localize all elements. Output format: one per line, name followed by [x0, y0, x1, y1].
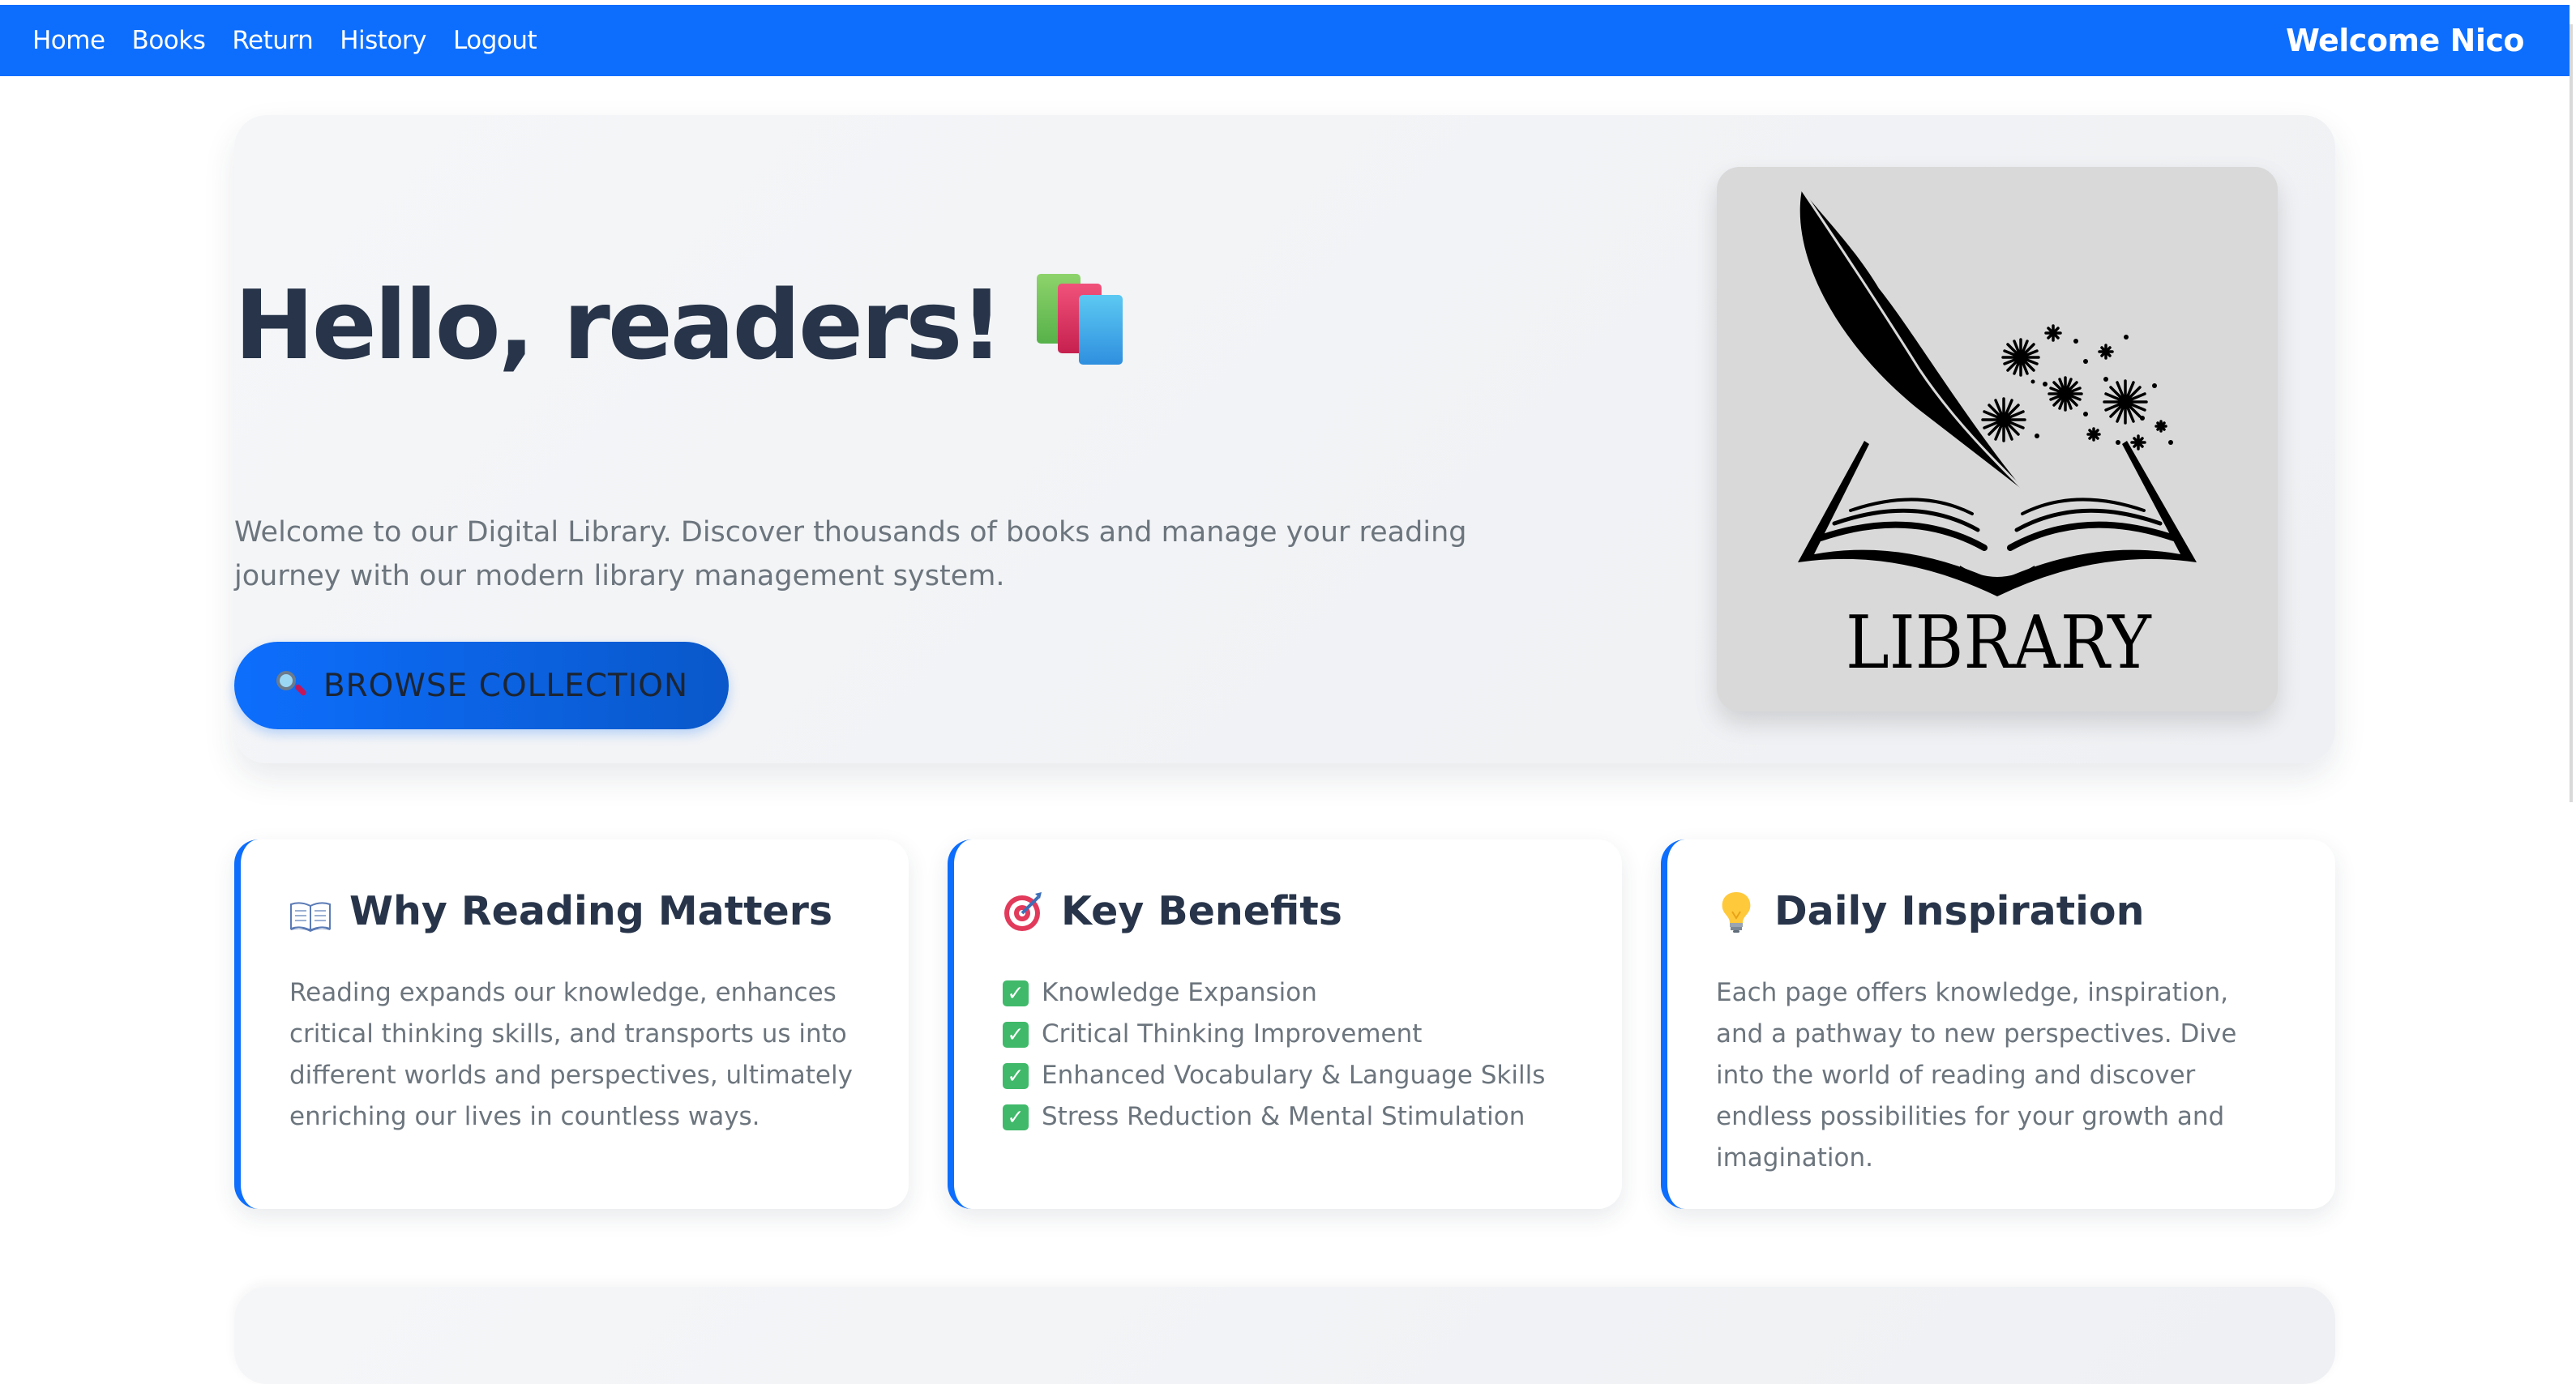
list-item: ✓ Enhanced Vocabulary & Language Skills — [1003, 1055, 1545, 1096]
nav-link-logout[interactable]: Logout — [453, 26, 537, 55]
library-logo-icon: LIBRARY — [1798, 189, 2197, 686]
card-title-text: Key Benefits — [1061, 888, 1342, 934]
card-title-text: Daily Inspiration — [1774, 888, 2145, 934]
check-icon: ✓ — [1003, 1021, 1029, 1048]
list-item: ✓ Critical Thinking Improvement — [1003, 1014, 1545, 1055]
card-key-benefits: Key Benefits ✓ Knowledge Expansion ✓ Criti… — [948, 839, 1622, 1209]
check-icon: ✓ — [1003, 1062, 1029, 1089]
welcome-user: Welcome Nico — [2285, 23, 2525, 58]
check-icon: ✓ — [1003, 980, 1029, 1006]
hero-description: Welcome to our Digital Library. Discover… — [234, 516, 1467, 592]
nav-link-home[interactable]: Home — [32, 26, 105, 55]
target-icon — [1003, 891, 1043, 933]
benefits-list: ✓ Knowledge Expansion ✓ Critical Thinking … — [1003, 972, 1545, 1138]
card-title-why-reading: Why Reading Matters — [289, 888, 832, 934]
card-body-daily-inspiration: Each page offers knowledge, inspiration,… — [1716, 978, 2237, 1173]
browse-collection-button[interactable]: BROWSE COLLECTION — [234, 642, 729, 729]
navbar: Home Books Return History Logout Welcome… — [0, 5, 2570, 76]
card-why-reading: Why Reading Matters Reading expands our … — [234, 839, 909, 1209]
card-title-daily-inspiration: Daily Inspiration — [1716, 888, 2144, 934]
next-section — [234, 1287, 2335, 1384]
check-icon: ✓ — [1003, 1104, 1029, 1130]
scrollbar[interactable] — [2570, 24, 2573, 802]
open-book-icon — [289, 895, 332, 932]
card-body-why-reading: Reading expands our knowledge, enhances … — [289, 978, 853, 1131]
nav-link-history[interactable]: History — [340, 26, 426, 55]
books-icon — [1037, 274, 1134, 365]
hero-title: Hello, readers! — [234, 269, 1134, 381]
card-daily-inspiration: Daily Inspiration Each page offers knowl… — [1661, 839, 2335, 1209]
card-title-key-benefits: Key Benefits — [1003, 888, 1342, 934]
browse-collection-label: BROWSE COLLECTION — [323, 667, 689, 704]
nav-link-return[interactable]: Return — [232, 26, 313, 55]
light-bulb-icon — [1716, 891, 1757, 933]
hero-title-text: Hello, readers! — [234, 269, 1003, 381]
magnifier-icon — [275, 669, 307, 702]
list-item: ✓ Stress Reduction & Mental Stimulation — [1003, 1096, 1545, 1138]
nav-links: Home Books Return History Logout — [32, 26, 537, 55]
nav-link-books[interactable]: Books — [132, 26, 206, 55]
library-logo-text: LIBRARY — [1846, 601, 2152, 686]
card-title-text: Why Reading Matters — [349, 888, 833, 934]
hero-section: Hello, readers! Welcome to our Digital L… — [234, 115, 2335, 763]
list-item: ✓ Knowledge Expansion — [1003, 972, 1545, 1014]
library-logo-image: LIBRARY — [1717, 167, 2278, 711]
